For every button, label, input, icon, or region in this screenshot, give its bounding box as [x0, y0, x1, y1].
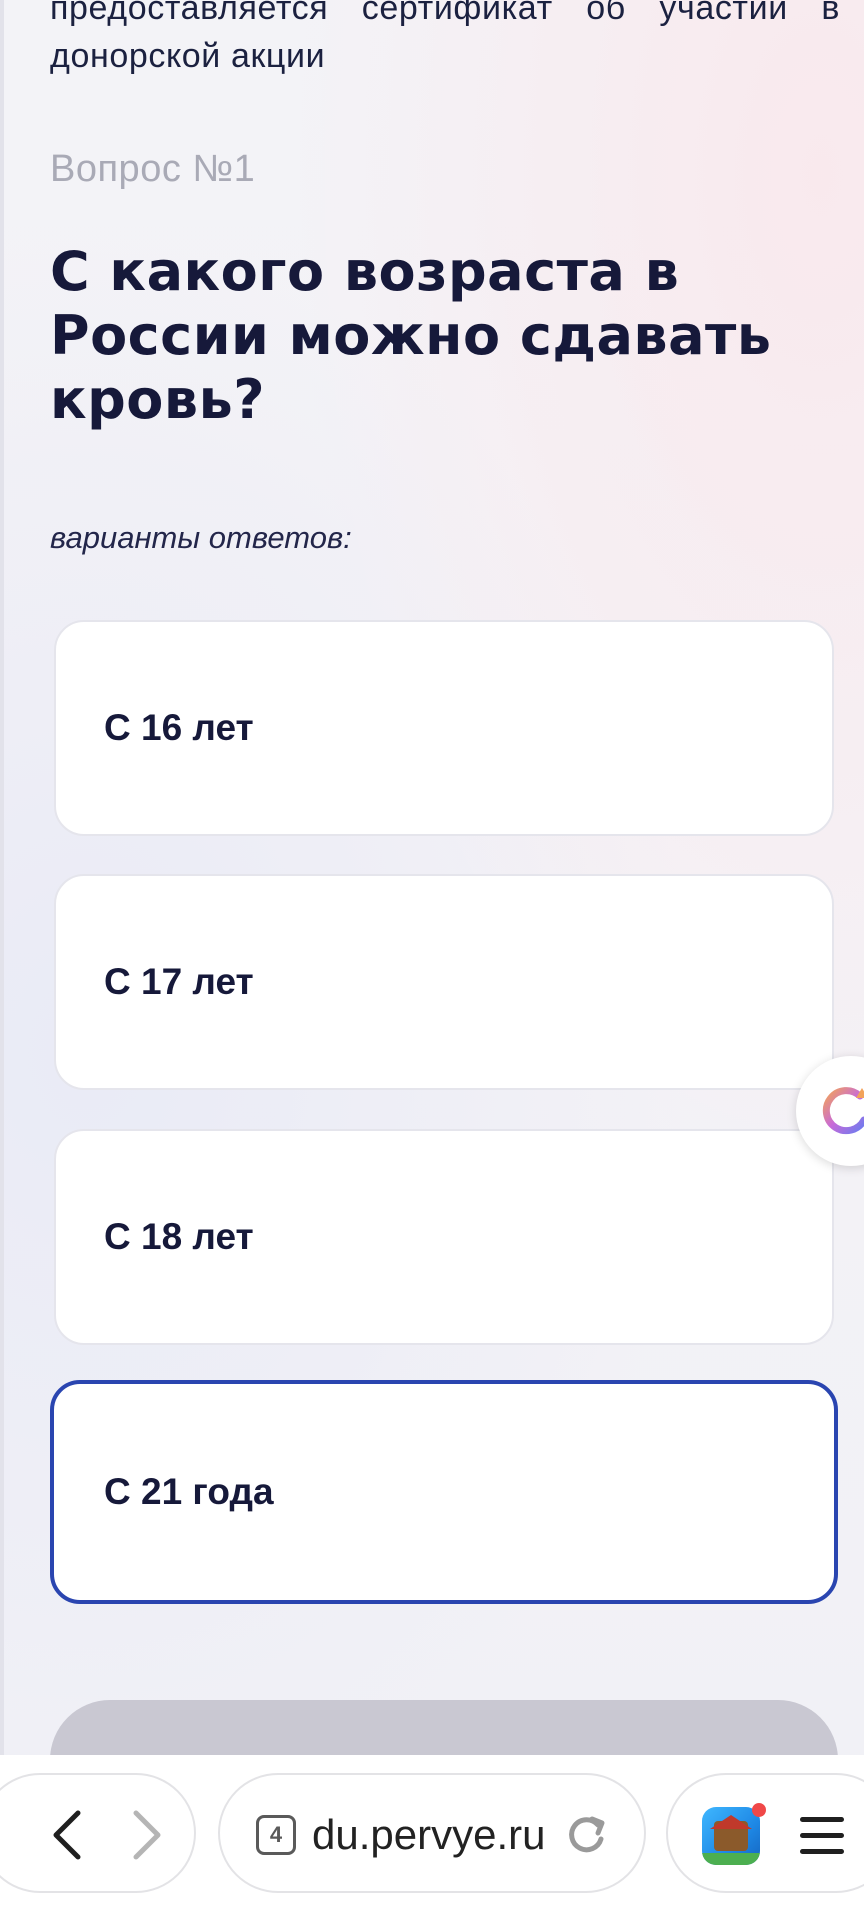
answer-option-label: С 21 года — [104, 1471, 274, 1512]
back-button[interactable] — [22, 1775, 112, 1895]
chevron-left-icon — [53, 1810, 81, 1860]
navigation-controls — [0, 1773, 196, 1893]
answer-option-label: С 18 лет — [104, 1216, 254, 1257]
answer-option-4-selected[interactable]: С 21 года — [50, 1380, 838, 1604]
answers-label: варианты ответов: — [50, 520, 352, 555]
answer-option-3[interactable]: С 18 лет — [54, 1129, 834, 1345]
answer-option-label: С 17 лет — [104, 961, 254, 1002]
assistant-icon — [822, 1087, 864, 1135]
game-app-icon[interactable] — [702, 1807, 760, 1865]
hamburger-menu-icon[interactable] — [798, 1815, 846, 1857]
page-left-border — [0, 0, 4, 1755]
url-text[interactable]: du.pervye.ru — [312, 1775, 562, 1895]
question-title: С какого возраста в России можно сдавать… — [50, 240, 772, 431]
browser-bottom-bar: 4 du.pervye.ru — [0, 1755, 864, 1920]
quiz-page: предоставляется сертификат об участии в … — [0, 0, 864, 1755]
notification-dot — [752, 1803, 766, 1817]
intro-paragraph: предоставляется сертификат об участии в … — [50, 0, 840, 75]
tab-count-badge[interactable]: 4 — [256, 1815, 296, 1855]
address-bar[interactable]: 4 du.pervye.ru — [218, 1773, 646, 1893]
answer-option-1[interactable]: С 16 лет — [54, 620, 834, 836]
chevron-right-icon — [133, 1810, 161, 1860]
browser-extras — [666, 1773, 864, 1893]
answer-option-2[interactable]: С 17 лет — [54, 874, 834, 1090]
submit-answer-button[interactable] — [50, 1700, 838, 1755]
reload-icon[interactable] — [564, 1813, 608, 1857]
forward-button[interactable] — [102, 1775, 192, 1895]
answer-option-label: С 16 лет — [104, 707, 254, 748]
question-number: Вопрос №1 — [50, 148, 256, 190]
